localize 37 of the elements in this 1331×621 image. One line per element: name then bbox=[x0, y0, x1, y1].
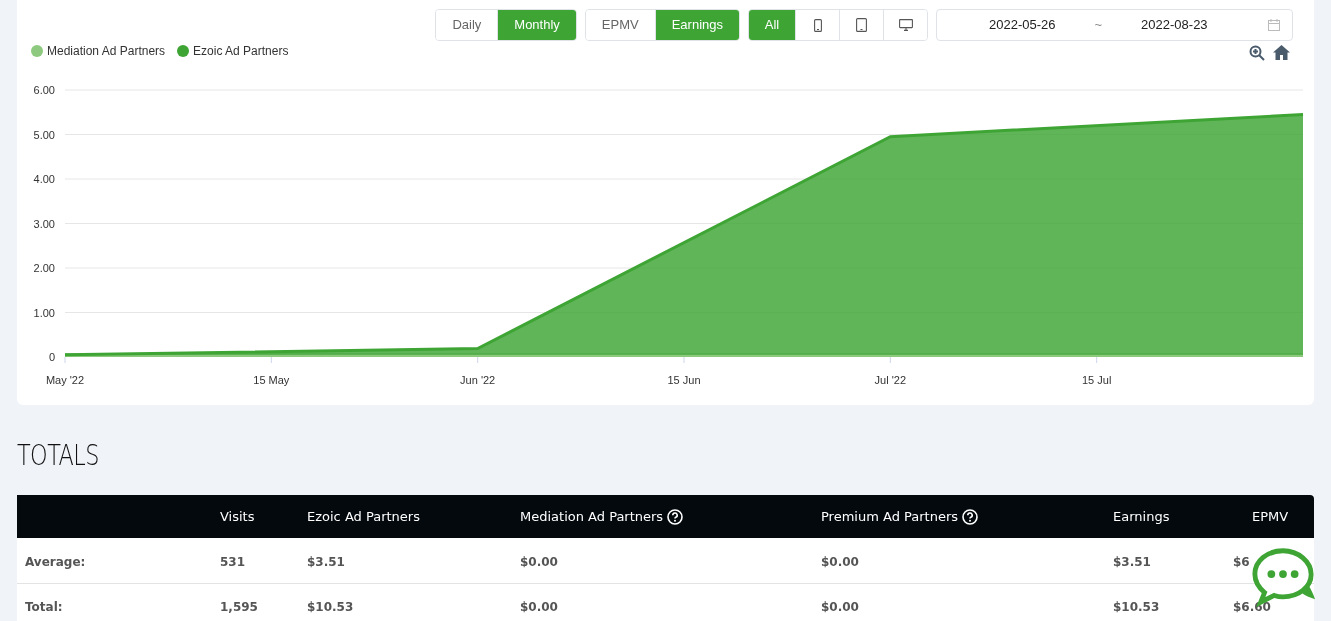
axis-label: 6.00 bbox=[33, 84, 55, 96]
table-cell: Total: bbox=[25, 600, 63, 614]
table-cell: $6 bbox=[1233, 554, 1250, 569]
table-cell: $3.51 bbox=[1113, 554, 1151, 569]
table-cell: $0.00 bbox=[520, 600, 558, 614]
column-heading: Earnings bbox=[1112, 507, 1171, 526]
table-cell: $0.00 bbox=[520, 554, 558, 569]
axis-label: Jun '22 bbox=[460, 374, 496, 386]
table-cell: $6.60 bbox=[1233, 600, 1271, 614]
column-heading: Premium Ad Partners bbox=[813, 506, 1105, 527]
axis-label: 15 Jun bbox=[667, 374, 701, 386]
axis-label: 15 Jul bbox=[1082, 374, 1112, 386]
table-cell: $3.51 bbox=[307, 554, 345, 569]
axis-label: 2.00 bbox=[33, 262, 55, 274]
table-cell: $10.53 bbox=[307, 600, 354, 614]
table-cell: $0.00 bbox=[821, 600, 859, 614]
table-cell: 1,595 bbox=[220, 600, 258, 614]
table-cell: Average: bbox=[25, 554, 86, 569]
table-cell: $0.00 bbox=[821, 554, 859, 569]
axis-label: May '22 bbox=[45, 374, 85, 386]
axis-label: Jul '22 bbox=[874, 374, 907, 386]
axis-label: 15 May bbox=[253, 374, 290, 386]
axis-label: 5.00 bbox=[33, 128, 55, 141]
table-cell: $10.53 bbox=[1113, 600, 1160, 614]
axis-label: 1.00 bbox=[33, 306, 55, 319]
column-heading: EPMV bbox=[1251, 507, 1290, 526]
column-heading: Ezoic Ad Partners bbox=[306, 507, 421, 526]
section-title: TOTALS bbox=[17, 438, 99, 474]
axis-label: 3.00 bbox=[33, 217, 55, 230]
axis-label: 0 bbox=[48, 351, 55, 363]
column-heading: Visits bbox=[219, 507, 256, 526]
range-separator: ~ bbox=[1094, 16, 1103, 35]
table-cell: 531 bbox=[220, 554, 246, 569]
start-date: 2022-05-26 bbox=[989, 16, 1056, 35]
end-date: 2022-08-23 bbox=[1141, 16, 1208, 35]
axis-label: 4.00 bbox=[33, 173, 55, 185]
column-heading: Mediation Ad Partners bbox=[512, 506, 813, 527]
